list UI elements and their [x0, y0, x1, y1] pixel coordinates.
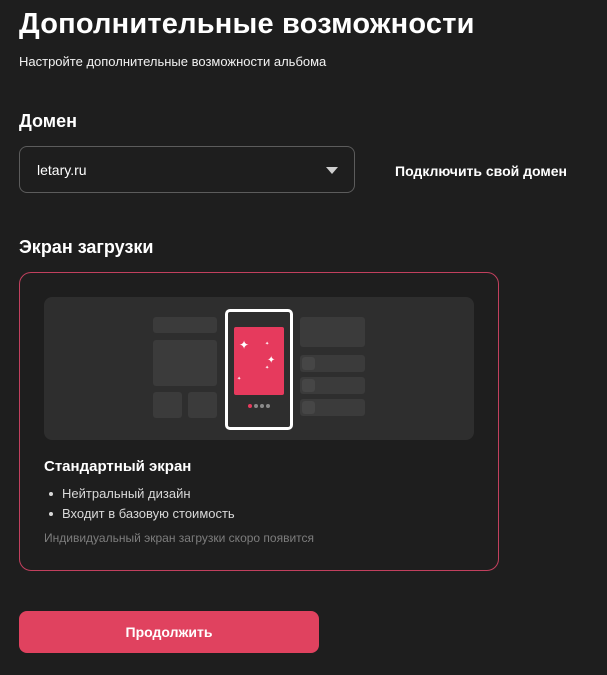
preview-placeholder-block — [300, 317, 365, 347]
pagination-dot-active — [248, 404, 252, 408]
loading-screen-section-title: Экран загрузки — [19, 237, 154, 257]
feature-item: Входит в базовую стоимость — [44, 504, 235, 524]
chevron-down-icon — [326, 167, 338, 174]
custom-screen-coming-soon-note: Индивидуальный экран загрузки скоро появ… — [44, 531, 315, 545]
page-title: Дополнительные возможности — [19, 8, 475, 40]
pagination-dot — [260, 404, 264, 408]
sparkle-icon: ✦ — [237, 376, 242, 382]
standard-screen-features: Нейтральный дизайн Входит в базовую стои… — [44, 484, 235, 524]
domain-select-value: letary.ru — [37, 161, 87, 178]
preview-placeholder-block — [153, 392, 182, 418]
sparkle-icon: ✦ — [265, 341, 270, 347]
preview-placeholder-thumb — [302, 357, 315, 370]
preview-placeholder-block — [153, 317, 217, 333]
domain-select[interactable]: letary.ru — [19, 146, 355, 193]
loading-screen-preview: ✦ ✦ ✦ ✦ ✦ — [44, 297, 474, 440]
feature-item: Нейтральный дизайн — [44, 484, 235, 504]
pagination-dot — [266, 404, 270, 408]
additional-features-page: Дополнительные возможности Настройте доп… — [0, 0, 607, 675]
sparkle-icon: ✦ — [265, 365, 270, 371]
domain-section-title: Домен — [19, 111, 77, 131]
standard-screen-title: Стандартный экран — [44, 458, 192, 475]
continue-button[interactable]: Продолжить — [19, 611, 319, 653]
preview-placeholder-thumb — [302, 401, 315, 414]
phone-mockup: ✦ ✦ ✦ ✦ ✦ — [225, 309, 293, 430]
pagination-dot — [254, 404, 258, 408]
phone-pagination-dots — [248, 404, 270, 408]
preview-placeholder-thumb — [302, 379, 315, 392]
phone-loading-screen: ✦ ✦ ✦ ✦ ✦ — [234, 327, 284, 395]
connect-own-domain-link[interactable]: Подключить свой домен — [395, 163, 567, 179]
sparkle-icon: ✦ — [239, 338, 250, 352]
standard-screen-card[interactable]: ✦ ✦ ✦ ✦ ✦ Стандартный экран Нейтральный … — [19, 272, 499, 571]
page-subtitle: Настройте дополнительные возможности аль… — [19, 54, 327, 69]
preview-placeholder-block — [188, 392, 217, 418]
preview-placeholder-block — [153, 340, 217, 386]
